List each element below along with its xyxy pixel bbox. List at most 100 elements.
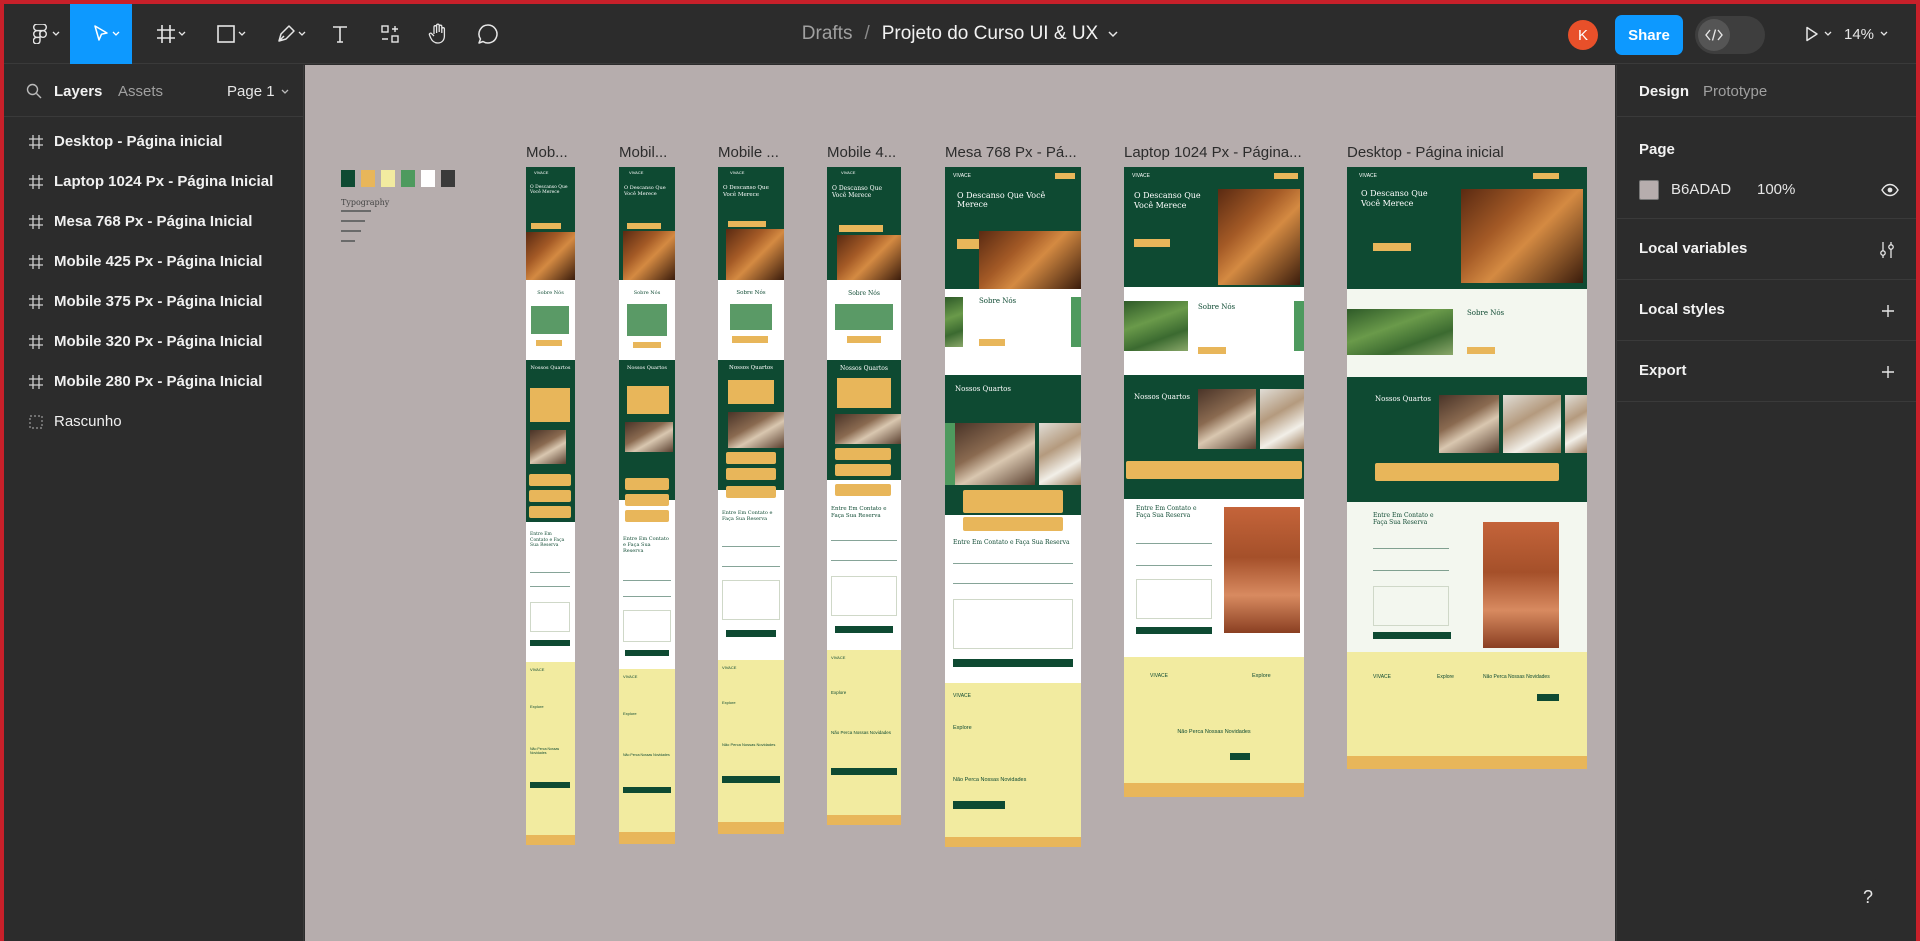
frame-desktop[interactable]: VIVACE O Descanso Que Você Merece Sobre … <box>1347 167 1587 769</box>
layer-row[interactable]: Mobile 375 Px - Página Inicial <box>4 282 304 322</box>
layer-label: Rascunho <box>54 413 122 430</box>
layer-row[interactable]: Mesa 768 Px - Página Inicial <box>4 202 304 242</box>
tab-design[interactable]: Design <box>1639 83 1689 100</box>
layer-row[interactable]: Mobile 320 Px - Página Inicial <box>4 322 304 362</box>
hero-button <box>1134 239 1170 247</box>
rooms-section: Nossos Quartos <box>945 375 1081 515</box>
hero-section: VIVACE O Descanso Que Você Merece <box>1347 167 1587 289</box>
swatch-orange[interactable] <box>361 170 375 187</box>
footer-brand: VIVACE <box>530 667 545 672</box>
figma-menu-button[interactable] <box>18 4 62 64</box>
swatch-white[interactable] <box>421 170 435 187</box>
page-opacity-value[interactable]: 100% <box>1757 181 1795 198</box>
tab-assets[interactable]: Assets <box>118 83 163 100</box>
about-title: Sobre Nós <box>633 290 661 296</box>
frame-mobile-375[interactable]: VIVACE O Descanso Que Você Merece Sobre … <box>718 167 784 834</box>
move-tool-button[interactable] <box>70 4 132 64</box>
comment-tool-button[interactable] <box>470 4 506 64</box>
frame-icon <box>29 375 43 389</box>
tab-prototype[interactable]: Prototype <box>1703 83 1767 100</box>
swatch-green[interactable] <box>401 170 415 187</box>
present-button[interactable] <box>1790 4 1834 64</box>
frame-label[interactable]: Mesa 768 Px - Pá... <box>945 144 1081 161</box>
frame-label[interactable]: Mobile 4... <box>827 144 899 161</box>
feature-pill <box>835 464 891 476</box>
search-icon[interactable] <box>26 83 42 99</box>
hand-tool-button[interactable] <box>420 4 456 64</box>
about-button <box>979 339 1005 346</box>
zoom-control[interactable]: 14% <box>1844 4 1888 64</box>
resources-tool-button[interactable] <box>372 4 408 64</box>
frame-label[interactable]: Mob... <box>526 144 570 161</box>
right-panel-tabs: Design Prototype <box>1617 65 1916 117</box>
feature-pill <box>1126 461 1302 479</box>
hero-title: O Descanso Que Você Merece <box>957 191 1046 209</box>
layer-label: Mobile 280 Px - Página Inicial <box>54 373 263 390</box>
page-color-value[interactable]: B6ADAD <box>1671 181 1731 198</box>
shape-tool-button[interactable] <box>202 4 250 64</box>
frame-label[interactable]: Desktop - Página inicial <box>1347 144 1537 161</box>
swatch-dark-green[interactable] <box>341 170 355 187</box>
help-button[interactable]: ? <box>1849 878 1887 916</box>
frame-mobile-280[interactable]: VIVACE O Descanso Que Você Merece Sobre … <box>526 167 575 845</box>
frame-laptop-1024[interactable]: VIVACE O Descanso Que Você Merece Sobre … <box>1124 167 1304 797</box>
plus-icon[interactable] <box>1881 365 1895 379</box>
chevron-down-icon <box>1824 31 1832 36</box>
eye-icon[interactable] <box>1881 183 1899 197</box>
share-button[interactable]: Share <box>1615 15 1683 55</box>
layer-row[interactable]: Mobile 425 Px - Página Inicial <box>4 242 304 282</box>
layer-row[interactable]: Laptop 1024 Px - Página Inicial <box>4 162 304 202</box>
chevron-down-icon <box>112 31 120 36</box>
swatch-yellow[interactable] <box>381 170 395 187</box>
layer-row[interactable]: Rascunho <box>4 402 304 442</box>
page-color-swatch[interactable] <box>1639 180 1659 200</box>
hero-title: O Descanso Que Você Merece <box>624 185 666 197</box>
footer-bar <box>619 832 675 844</box>
frame-tool-button[interactable] <box>142 4 190 64</box>
footer-newsletter: Não Perca Nossas Novidades <box>722 742 776 747</box>
frame-label[interactable]: Mobile ... <box>718 144 782 161</box>
hero-section: VIVACE O Descanso Que Você Merece <box>526 167 575 280</box>
dev-mode-toggle[interactable] <box>1695 16 1765 54</box>
feature-pill <box>835 448 891 460</box>
page-selector[interactable]: Page 1 <box>227 83 289 100</box>
rooms-section: Nossos Quartos <box>718 360 784 490</box>
rooms-card <box>837 378 891 408</box>
about-photo <box>1347 309 1453 355</box>
frame-icon <box>29 175 43 189</box>
breadcrumb-drafts[interactable]: Drafts <box>802 23 853 45</box>
text-tool-button[interactable] <box>322 4 358 64</box>
frame-mobile-425[interactable]: VIVACE O Descanso Que Você Merece Sobre … <box>827 167 901 825</box>
hero-title: O Descanso Que Você Merece <box>832 185 883 199</box>
user-avatar[interactable]: K <box>1568 20 1598 50</box>
file-name[interactable]: Projeto do Curso UI & UX <box>882 23 1098 45</box>
feature-pill <box>963 517 1063 531</box>
frame-mobile-320[interactable]: VIVACE O Descanso Que Você Merece Sobre … <box>619 167 675 844</box>
frame-label[interactable]: Laptop 1024 Px - Página... <box>1124 144 1304 161</box>
about-button <box>633 342 661 348</box>
pen-tool-button[interactable] <box>262 4 310 64</box>
frame-tablet-768[interactable]: VIVACE O Descanso Que Você Merece Sobre … <box>945 167 1081 847</box>
form-field <box>831 540 897 541</box>
pen-icon <box>278 25 295 42</box>
about-photo <box>531 306 569 334</box>
frame-label[interactable]: Mobil... <box>619 144 669 161</box>
plus-icon[interactable] <box>1881 304 1895 318</box>
form-submit <box>726 630 776 637</box>
tab-layers[interactable]: Layers <box>54 83 102 100</box>
variables-icon[interactable] <box>1879 241 1895 259</box>
local-styles-section[interactable]: Local styles <box>1617 280 1916 341</box>
footer-button <box>530 782 570 788</box>
canvas[interactable]: Typography Mob... Mobil... Mobile ... Mo… <box>305 65 1615 941</box>
rooms-title: Nossos Quartos <box>840 365 888 372</box>
layer-row[interactable]: Desktop - Página inicial <box>4 122 304 162</box>
hero-photo <box>726 229 784 280</box>
contact-section: Entre Em Contato e Faça Sua Reserva <box>619 478 675 669</box>
chevron-down-icon[interactable] <box>1108 30 1118 38</box>
export-section[interactable]: Export <box>1617 341 1916 402</box>
contact-section: Entre Em Contato e Faça Sua Reserva <box>827 480 901 650</box>
layer-row[interactable]: Mobile 280 Px - Página Inicial <box>4 362 304 402</box>
local-variables-section[interactable]: Local variables <box>1617 219 1916 280</box>
swatch-gray[interactable] <box>441 170 455 187</box>
about-photo <box>945 297 963 347</box>
